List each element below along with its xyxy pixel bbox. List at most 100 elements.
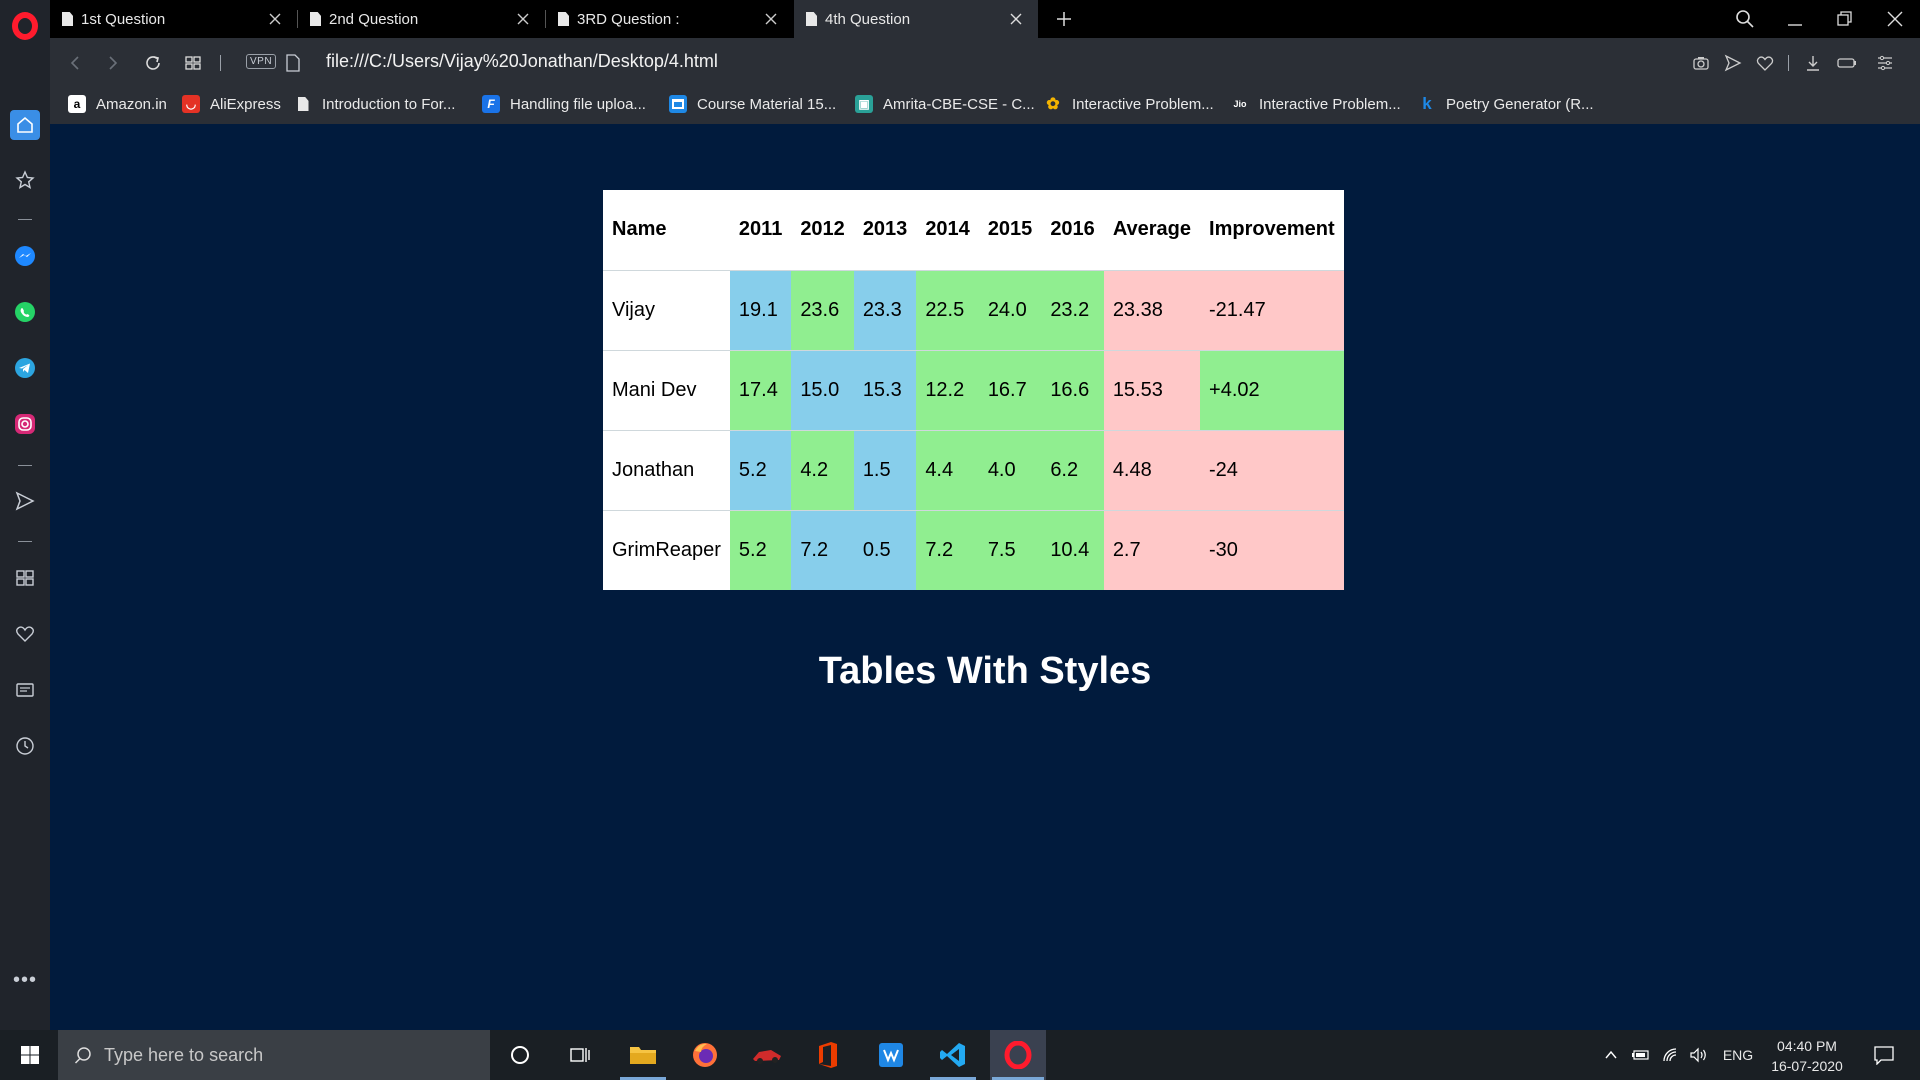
home-icon[interactable]: [10, 110, 40, 140]
restore-icon: [1837, 11, 1852, 26]
language-indicator[interactable]: ENG: [1718, 1030, 1758, 1080]
telegram-icon[interactable]: [10, 353, 40, 383]
table-cell: 6.2: [1041, 429, 1104, 510]
close-icon[interactable]: [763, 11, 779, 27]
cortana-button[interactable]: [495, 1030, 545, 1080]
tab-1[interactable]: 1st Question: [50, 0, 297, 38]
tab-grid-button[interactable]: [178, 48, 208, 78]
notification-icon: [1874, 1046, 1894, 1065]
page-content: Name 2011 2012 2013 2014 2015 2016 Average Impro…: [50, 124, 1920, 1030]
bookmark-heart-button[interactable]: [1750, 48, 1780, 78]
bookmark-course-material[interactable]: Course Material 15...: [669, 95, 836, 113]
close-icon[interactable]: [1008, 11, 1024, 27]
office-button[interactable]: [803, 1030, 853, 1080]
volume-button[interactable]: [1686, 1030, 1712, 1080]
send-icon[interactable]: [10, 486, 40, 516]
column-header: 2014: [925, 218, 970, 241]
battery-button[interactable]: [1628, 1030, 1654, 1080]
file-explorer-button[interactable]: [618, 1030, 668, 1080]
taskbar-search-box[interactable]: Type here to search: [58, 1030, 490, 1080]
new-tab-button[interactable]: [1046, 0, 1082, 38]
minimize-button[interactable]: [1770, 0, 1820, 38]
table-cell: 0.5: [853, 509, 917, 590]
windows-icon: [21, 1046, 39, 1064]
tab-2[interactable]: 2nd Question: [298, 0, 545, 38]
bookmark-label: Interactive Problem...: [1259, 95, 1401, 113]
bookmark-amazon[interactable]: a Amazon.in: [68, 95, 167, 113]
more-icon[interactable]: •••: [10, 965, 40, 995]
table-cell: 7.2: [916, 509, 979, 590]
page-info-icon[interactable]: [286, 54, 300, 72]
tray-expand-button[interactable]: [1598, 1030, 1624, 1080]
table-cell: 4.4: [916, 429, 979, 510]
bookmark-intro-for[interactable]: Introduction to For...: [294, 95, 455, 113]
column-header: 2016: [1050, 218, 1095, 241]
app-red-car-button[interactable]: [742, 1030, 792, 1080]
speed-dial-icon[interactable]: [10, 563, 40, 593]
plus-icon: [1057, 12, 1071, 26]
close-window-button[interactable]: [1870, 0, 1920, 38]
start-button[interactable]: [10, 1030, 50, 1080]
table-cell: 4.2: [791, 429, 854, 510]
document-icon: [806, 12, 817, 26]
tab-4-active[interactable]: 4th Question: [794, 0, 1038, 38]
bookmark-label: Poetry Generator (R...: [1446, 95, 1594, 113]
bookmark-aliexpress[interactable]: ◡ AliExpress: [182, 95, 281, 113]
tab-title: 4th Question: [825, 10, 911, 28]
document-icon: [294, 95, 312, 113]
snapshot-button[interactable]: [1686, 48, 1716, 78]
vpn-badge[interactable]: VPN: [246, 54, 277, 69]
url-field[interactable]: file:///C:/Users/Vijay%20Jonathan/Deskto…: [326, 51, 718, 72]
action-center-button[interactable]: [1864, 1030, 1904, 1080]
forward-button[interactable]: [98, 48, 128, 78]
battery-saver-button[interactable]: [1832, 48, 1862, 78]
table-cell: 7.2: [791, 509, 854, 590]
bookmark-interactive-1[interactable]: ✿ Interactive Problem...: [1044, 95, 1213, 114]
amazon-icon: a: [68, 95, 86, 113]
whatsapp-icon[interactable]: [10, 297, 40, 327]
document-icon: [558, 12, 569, 26]
tab-title: 2nd Question: [329, 10, 419, 28]
table-cell: 5.2: [729, 509, 792, 590]
star-icon[interactable]: [10, 165, 40, 195]
table-cell: 24.0: [978, 269, 1042, 350]
aliexpress-icon: ◡: [182, 95, 200, 113]
history-icon[interactable]: [10, 731, 40, 761]
instagram-icon[interactable]: [10, 409, 40, 439]
clock[interactable]: 04:40 PM 16-07-2020: [1762, 1036, 1852, 1076]
wifi-icon: [1663, 1048, 1677, 1062]
bookmark-amrita[interactable]: ▣ Amrita-CBE-CSE - C...: [855, 95, 1035, 113]
close-icon[interactable]: [515, 11, 531, 27]
bookmark-interactive-2[interactable]: Jio Interactive Problem...: [1231, 95, 1401, 113]
firefox-button[interactable]: [680, 1030, 730, 1080]
downloads-button[interactable]: [1798, 48, 1828, 78]
download-icon: [1807, 56, 1819, 71]
wifi-button[interactable]: [1658, 1030, 1684, 1080]
bookmark-poetry[interactable]: k Poetry Generator (R...: [1418, 94, 1594, 113]
windows-taskbar: Type here to search ENG 04:40 PM 16-07-2: [0, 1030, 1920, 1080]
heart-icon[interactable]: [10, 619, 40, 649]
speaker-icon: [1690, 1047, 1706, 1063]
opera-logo-icon[interactable]: [12, 12, 38, 40]
tab-strip: 1st Question 2nd Question 3RD Question :…: [50, 0, 1920, 38]
back-button[interactable]: [60, 48, 90, 78]
restore-button[interactable]: [1820, 0, 1870, 38]
opera-button[interactable]: [990, 1030, 1046, 1080]
close-icon: [1887, 11, 1903, 27]
easy-setup-button[interactable]: [1870, 48, 1900, 78]
vscode-button[interactable]: [928, 1030, 978, 1080]
messenger-icon[interactable]: [10, 241, 40, 271]
close-icon[interactable]: [267, 11, 283, 27]
app-blue-button[interactable]: [866, 1030, 916, 1080]
send-page-button[interactable]: [1718, 48, 1748, 78]
search-tabs-button[interactable]: [1720, 0, 1770, 38]
chevron-left-icon: [70, 56, 79, 70]
news-icon[interactable]: [10, 675, 40, 705]
k-icon: k: [1422, 94, 1432, 113]
table-cell: 22.5: [916, 269, 979, 350]
reload-button[interactable]: [138, 48, 168, 78]
bookmark-file-upload[interactable]: F Handling file uploa...: [482, 95, 646, 113]
tab-3[interactable]: 3RD Question :: [546, 0, 793, 38]
task-view-button[interactable]: [555, 1030, 605, 1080]
table-cell: 7.5: [978, 509, 1042, 590]
